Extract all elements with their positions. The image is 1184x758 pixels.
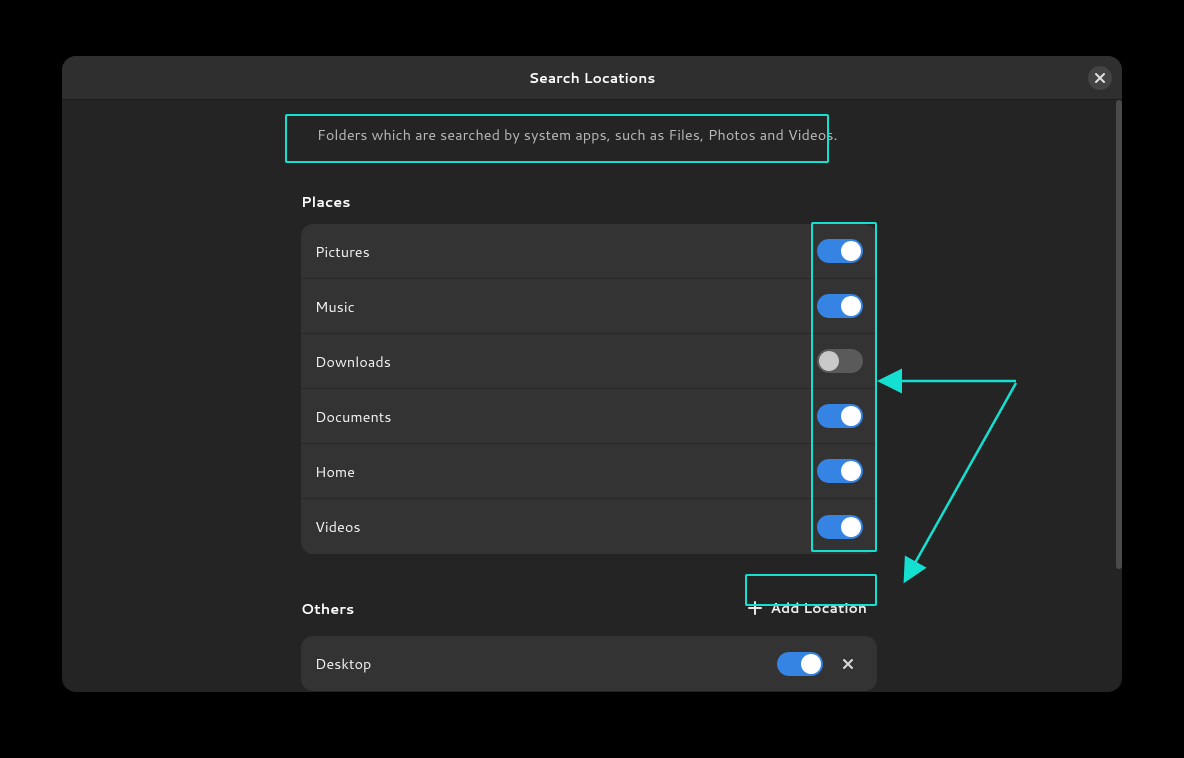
dialog-body: Folders which are searched by system app…	[62, 100, 1116, 692]
switch-knob	[841, 296, 861, 316]
switch-knob	[819, 351, 839, 371]
places-toggle[interactable]	[817, 404, 863, 428]
scrollbar-thumb[interactable]	[1116, 100, 1122, 569]
switch-knob	[841, 461, 861, 481]
places-row-label: Videos	[315, 516, 817, 537]
close-icon	[843, 659, 853, 669]
places-title: Places	[301, 191, 351, 212]
others-header-row: Others Add Location	[301, 592, 877, 624]
places-row-label: Documents	[315, 406, 817, 427]
places-toggle[interactable]	[817, 459, 863, 483]
places-list: Pictures Music Downloads Documents Home Video…	[301, 224, 877, 554]
switch-knob	[841, 406, 861, 426]
places-row: Downloads	[301, 334, 877, 389]
places-row: Music	[301, 279, 877, 334]
switch-knob	[841, 517, 861, 537]
places-row: Pictures	[301, 224, 877, 279]
plus-icon	[748, 601, 762, 615]
places-row: Home	[301, 444, 877, 499]
others-list: Desktop	[301, 636, 877, 691]
others-toggle[interactable]	[777, 652, 823, 676]
places-row: Videos	[301, 499, 877, 554]
description-text: Folders which are searched by system app…	[301, 114, 877, 157]
remove-location-button[interactable]	[833, 649, 863, 679]
dialog-title: Search Locations	[529, 68, 656, 88]
places-row-label: Downloads	[315, 351, 817, 372]
switch-knob	[841, 241, 861, 261]
scrollbar[interactable]	[1116, 100, 1122, 686]
places-row-label: Music	[315, 296, 817, 317]
others-row: Desktop	[301, 636, 877, 691]
close-icon	[1095, 73, 1105, 83]
places-row-label: Pictures	[315, 241, 817, 262]
places-row: Documents	[301, 389, 877, 444]
others-row-label: Desktop	[315, 653, 777, 674]
places-toggle[interactable]	[817, 349, 863, 373]
places-toggle[interactable]	[817, 294, 863, 318]
search-locations-dialog: Search Locations Folders which are searc…	[62, 56, 1122, 692]
switch-knob	[801, 654, 821, 674]
others-title: Others	[301, 598, 354, 619]
dialog-header: Search Locations	[62, 56, 1122, 100]
places-toggle[interactable]	[817, 239, 863, 263]
add-location-button[interactable]: Add Location	[738, 592, 877, 624]
add-location-label: Add Location	[770, 598, 867, 618]
places-toggle[interactable]	[817, 515, 863, 539]
close-button[interactable]	[1088, 66, 1112, 90]
places-row-label: Home	[315, 461, 817, 482]
places-header-row: Places	[301, 191, 877, 212]
